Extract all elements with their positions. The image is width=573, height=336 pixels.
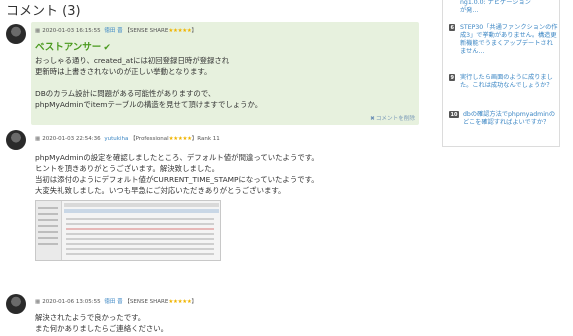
comment-body: おっしゃる通り、created_atには初回登録日時が登録され 更新時は上書きさ… (35, 55, 262, 110)
star-rating: ★★★★★ (168, 136, 192, 142)
delete-comment-link[interactable]: ✖コメントを削除 (370, 114, 415, 122)
comment-date: 2020-01-03 16:15:55 (42, 28, 101, 34)
check-icon: ✔ (103, 43, 111, 53)
user-tag: 【SENSE SHARE (124, 28, 169, 34)
close-icon: ✖ (370, 116, 375, 122)
comment-line: 解決されたようで良かったです。 (35, 313, 146, 322)
star-rating: ★★★★★ (168, 299, 192, 305)
best-answer-badge: ベストアンサー ✔ (35, 39, 111, 53)
comment-date: 2020-01-03 22:54:36 (42, 136, 101, 142)
attached-screenshot-thumbnail[interactable] (35, 200, 221, 261)
comment-line: おっしゃる通り、created_atには初回登録日時が登録され (35, 56, 230, 65)
rank-badge: 10 (449, 111, 459, 118)
comment-line: 大変失礼致しました。いつも早急にご対応いただきありがとうございます。 (35, 186, 286, 195)
comment-line: DBのカラム設計に問題がある可能性がありますので、 (35, 89, 216, 98)
comment-line: 更新時は上書きされないのが正しい挙動となります。 (35, 67, 212, 76)
related-questions-sidebar: ng1.0.0: ナビゲーション が発… 6 STEP30「共通ファンクションの… (442, 0, 560, 147)
comment-line: ヒントを頂きありがとうございます。解決致しました。 (35, 164, 220, 173)
calendar-icon: ▦ (35, 136, 41, 142)
star-rating: ★★★★★ (168, 28, 192, 34)
comment-user-link[interactable]: 徳田 晋 (104, 299, 122, 305)
comment-body: 解決されたようで良かったです。 また何かありましたらご連絡ください。 (35, 312, 168, 334)
comment-best-answer: ▦ 2020-01-03 16:15:55 徳田 晋 【SENSE SHARE★★… (31, 22, 419, 125)
comment-user-link[interactable]: 徳田 晋 (104, 28, 122, 34)
avatar[interactable] (6, 294, 26, 314)
delete-comment-label: コメントを削除 (375, 116, 415, 122)
comment-meta: ▦ 2020-01-03 16:15:55 徳田 晋 【SENSE SHARE★★… (35, 26, 197, 34)
thumbnail-tabs (64, 209, 219, 213)
rank-badge: 6 (449, 24, 456, 31)
comment-date: 2020-01-06 13:05:55 (42, 299, 101, 305)
user-tag: 【SENSE SHARE (124, 299, 169, 305)
calendar-icon: ▦ (35, 28, 41, 34)
user-tag-close: 】 (191, 299, 198, 305)
comments-heading: コメント (3) (6, 4, 81, 19)
related-question-link[interactable]: STEP30「共通ファンクションの作成3」で挙動がありません。構造更新機能でうま… (460, 24, 558, 56)
comment-line: 当初は添付のようにデフォルト値がCURRENT_TIME_STAMPになっていた… (35, 175, 319, 184)
comment-line: phpMyAdminでitemテーブルの構造を見せて頂けますでしょうか。 (35, 100, 263, 109)
thumbnail-sidebar (36, 201, 62, 260)
avatar[interactable] (6, 24, 26, 44)
related-question-link[interactable]: 実行したら画面のように成りました。これは成功なんでしょうか？ (460, 74, 558, 90)
avatar[interactable] (6, 130, 26, 150)
comment-meta: ▦ 2020-01-06 13:05:55 徳田 晋 【SENSE SHARE★★… (35, 297, 197, 305)
comment-body: phpMyAdminの設定を確認しましたところ、デフォルト値が間違っていたようで… (35, 152, 319, 196)
comment-user-link[interactable]: yutukiha (104, 136, 128, 142)
comment-line: phpMyAdminの設定を確認しましたところ、デフォルト値が間違っていたようで… (35, 153, 319, 162)
user-tag: 【Professional (130, 136, 169, 142)
best-answer-label: ベストアンサー (35, 42, 102, 53)
thumbnail-toolbar (64, 203, 219, 207)
comment-line: また何かありましたらご連絡ください。 (35, 324, 169, 333)
user-tag-close: 】Rank 11 (191, 136, 220, 142)
calendar-icon: ▦ (35, 299, 41, 305)
comment: ▦ 2020-01-06 13:05:55 徳田 晋 【SENSE SHARE★★… (31, 295, 419, 336)
related-question-link[interactable]: dbの確認方法でphpmyadminのどこを確認すればよいですか？ (463, 111, 558, 127)
rank-badge: 9 (449, 74, 456, 81)
comment-meta: ▦ 2020-01-03 22:54:36 yutukiha 【Professio… (35, 134, 220, 142)
user-tag-close: 】 (191, 28, 198, 34)
related-question-link[interactable]: ng1.0.0: ナビゲーション が発… (460, 0, 558, 15)
